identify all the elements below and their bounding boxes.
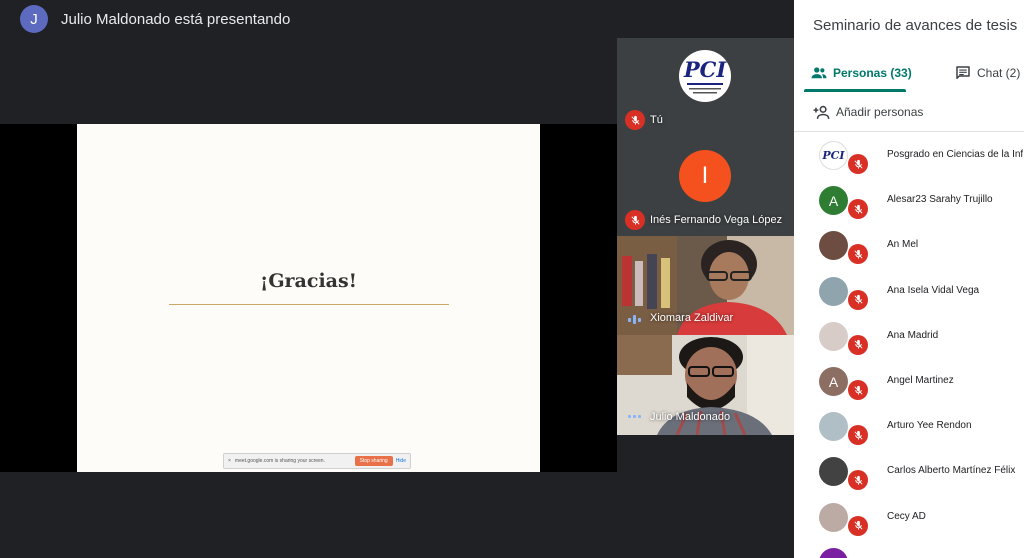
participant-row[interactable]: PCI Posgrado en Ciencias de la Informació… bbox=[794, 133, 1024, 178]
participant-row[interactable]: Cecy AD bbox=[794, 495, 1024, 540]
presenter-avatar: J bbox=[20, 5, 48, 33]
speaking-indicator-icon bbox=[628, 415, 641, 418]
participant-name: An Mel bbox=[887, 239, 919, 251]
participant-name: Angel Martinez bbox=[887, 375, 954, 386]
mic-off-icon bbox=[848, 154, 868, 174]
mic-off-icon bbox=[848, 199, 868, 220]
participant-avatar bbox=[819, 276, 848, 306]
add-people-button[interactable]: Añadir personas bbox=[812, 102, 923, 122]
participant-avatar: A bbox=[819, 186, 848, 216]
tile-name: Julio Maldonado bbox=[650, 411, 731, 423]
presentation-stage: ¡Gracias! × meet.google.com is sharing y… bbox=[0, 124, 617, 472]
participant-list: PCI Posgrado en Ciencias de la Informació… bbox=[794, 133, 1024, 558]
participant-name: Alesar23 Sarahy Trujillo bbox=[887, 194, 993, 206]
tab-chat[interactable]: Chat (2) bbox=[954, 56, 1020, 90]
mic-off-icon bbox=[848, 289, 868, 310]
participant-row[interactable]: An Mel bbox=[794, 223, 1024, 268]
meeting-title: Seminario de avances de tesis bbox=[813, 17, 1018, 34]
participant-row[interactable]: A Alesar23 Sarahy Trujillo bbox=[794, 178, 1024, 223]
share-close-icon[interactable]: × bbox=[228, 458, 231, 464]
participant-row[interactable]: A Angel Martinez bbox=[794, 359, 1024, 404]
participant-name: Cecy AD bbox=[887, 510, 926, 522]
presenter-title: Julio Maldonado está presentando bbox=[61, 10, 291, 28]
mic-off-icon bbox=[848, 425, 868, 446]
participant-avatar bbox=[819, 321, 848, 351]
participant-avatar bbox=[819, 457, 848, 487]
participant-row[interactable]: Arturo Yee Rendon bbox=[794, 404, 1024, 449]
mic-off-icon bbox=[848, 334, 868, 355]
mic-off-icon bbox=[848, 515, 868, 536]
tile-self[interactable]: PCI Tú bbox=[617, 38, 794, 138]
mic-off-icon bbox=[625, 210, 645, 230]
participant-name: Posgrado en Ciencias de la Información bbox=[887, 149, 1023, 160]
participant-row[interactable]: Ana Madrid bbox=[794, 314, 1024, 359]
participant-name: Arturo Yee Rendon bbox=[887, 420, 972, 432]
hide-share-bar-link[interactable]: Hide bbox=[396, 458, 406, 464]
stop-sharing-button[interactable]: Stop sharing bbox=[354, 456, 393, 466]
chat-icon bbox=[956, 66, 970, 79]
tab-people-label: Personas (33) bbox=[833, 66, 912, 80]
people-icon bbox=[811, 67, 827, 79]
add-person-icon bbox=[813, 105, 830, 119]
tab-chat-label: Chat (2) bbox=[977, 66, 1021, 80]
screen-share-bar: × meet.google.com is sharing your screen… bbox=[223, 453, 411, 469]
mic-off-icon bbox=[848, 244, 868, 265]
tile-avatar-letter: I bbox=[679, 150, 731, 202]
tile-ines[interactable]: I Inés Fernando Vega López bbox=[617, 138, 794, 236]
shared-slide: ¡Gracias! × meet.google.com is sharing y… bbox=[77, 124, 540, 472]
participant-name: Ana Madrid bbox=[887, 329, 939, 341]
participant-avatar: A bbox=[819, 367, 848, 396]
tile-name: Tú bbox=[650, 114, 663, 126]
participant-avatar bbox=[819, 231, 848, 261]
presenter-bar: J Julio Maldonado está presentando bbox=[0, 0, 794, 38]
participant-avatar: PCI bbox=[819, 141, 848, 170]
tile-xiomara[interactable]: Xiomara Zaldivar bbox=[617, 236, 794, 335]
pci-logo-text: PCI bbox=[683, 57, 728, 82]
tile-name: Inés Fernando Vega López bbox=[650, 214, 783, 226]
tab-people[interactable]: Personas (33) bbox=[810, 56, 912, 90]
mic-off-icon bbox=[848, 380, 868, 400]
panel-tabs: Personas (33) Chat (2) bbox=[794, 56, 1024, 92]
participant-avatar bbox=[819, 502, 848, 532]
participant-avatar bbox=[819, 547, 848, 558]
active-tab-indicator bbox=[804, 89, 906, 92]
slide-divider bbox=[169, 304, 449, 305]
participant-row[interactable]: Ana Isela Vidal Vega bbox=[794, 269, 1024, 314]
pci-logo: PCI bbox=[679, 50, 731, 102]
participant-name: Carlos Alberto Martínez Félix bbox=[887, 465, 1016, 477]
people-panel: Seminario de avances de tesis Personas (… bbox=[794, 0, 1024, 558]
participant-name: Ana Isela Vidal Vega bbox=[887, 284, 980, 296]
participant-row[interactable]: Carlos Alberto Martínez Félix bbox=[794, 449, 1024, 494]
share-notice: meet.google.com is sharing your screen. bbox=[234, 458, 325, 464]
slide-title: ¡Gracias! bbox=[259, 270, 358, 292]
speaking-indicator-icon bbox=[628, 315, 641, 324]
mic-off-icon bbox=[848, 470, 868, 491]
participant-tiles: PCI Tú I Inés Fernando Vega López Xiomar… bbox=[617, 38, 794, 435]
participant-row[interactable] bbox=[794, 540, 1024, 558]
panel-divider bbox=[794, 131, 1024, 132]
tile-julio[interactable]: Julio Maldonado bbox=[617, 335, 794, 435]
participant-avatar bbox=[819, 412, 848, 442]
meet-window: J Julio Maldonado está presentando ¡Grac… bbox=[0, 0, 1024, 558]
tile-name: Xiomara Zaldivar bbox=[650, 312, 734, 324]
add-people-label: Añadir personas bbox=[836, 105, 924, 119]
mic-off-icon bbox=[625, 110, 645, 130]
